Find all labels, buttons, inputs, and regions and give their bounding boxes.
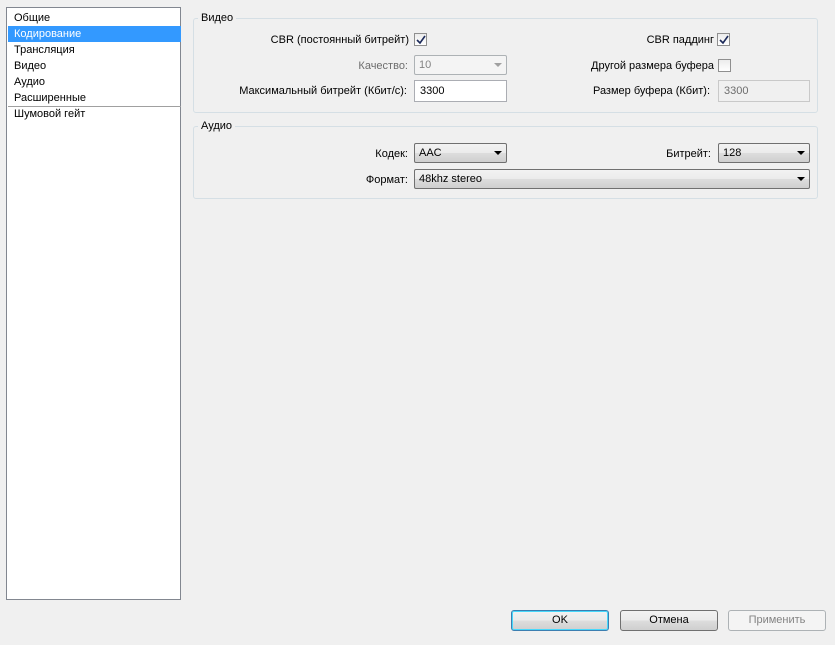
audio-bitrate-value: 128 — [723, 147, 742, 159]
max-bitrate-input[interactable]: 3300 — [414, 80, 507, 102]
cancel-button[interactable]: Отмена — [620, 610, 718, 631]
chevron-down-icon — [797, 177, 805, 181]
cbr-padding-checkbox[interactable] — [717, 33, 730, 46]
codec-value: AAC — [419, 147, 442, 159]
max-bitrate-label: Максимальный битрейт (Кбит/с): — [239, 85, 407, 97]
audio-bitrate-select[interactable]: 128 — [718, 143, 810, 163]
codec-select[interactable]: AAC — [414, 143, 507, 163]
cbr-label: CBR (постоянный битрейт) — [270, 34, 409, 46]
sidebar-item-encoding[interactable]: Кодирование — [8, 26, 181, 42]
custom-buffer-label: Другой размера буфера — [591, 60, 714, 72]
sidebar-item-video[interactable]: Видео — [8, 58, 181, 74]
sidebar-item-advanced[interactable]: Расширенные — [8, 90, 181, 106]
apply-button[interactable]: Применить — [728, 610, 826, 631]
audio-bitrate-label: Битрейт: — [666, 148, 711, 160]
quality-label: Качество: — [358, 60, 408, 72]
format-label: Формат: — [365, 174, 408, 186]
sidebar-item-audio[interactable]: Аудио — [8, 74, 181, 90]
codec-label: Кодек: — [375, 148, 408, 160]
sidebar-item-general[interactable]: Общие — [8, 10, 181, 26]
quality-select[interactable]: 10 — [414, 55, 507, 75]
format-select[interactable]: 48khz stereo — [414, 169, 810, 189]
sidebar-item-broadcast[interactable]: Трансляция — [8, 42, 181, 58]
cbr-checkbox[interactable] — [414, 33, 427, 46]
format-value: 48khz stereo — [419, 173, 482, 185]
checkmark-icon — [719, 35, 729, 45]
buffer-size-input[interactable]: 3300 — [718, 80, 810, 102]
cbr-padding-label: CBR паддинг — [646, 34, 714, 46]
chevron-down-icon — [494, 151, 502, 155]
audio-group-title: Аудио — [198, 120, 236, 133]
custom-buffer-checkbox[interactable] — [718, 59, 731, 72]
sidebar-item-noise-gate[interactable]: Шумовой гейт — [8, 106, 181, 122]
checkmark-icon — [416, 35, 426, 45]
chevron-down-icon — [494, 63, 502, 67]
quality-value: 10 — [419, 59, 432, 71]
ok-button[interactable]: OK — [511, 610, 609, 631]
buffer-size-label: Размер буфера (Кбит): — [592, 85, 710, 97]
chevron-down-icon — [797, 151, 805, 155]
video-group-title: Видео — [198, 12, 237, 25]
settings-category-list[interactable]: Общие Кодирование Трансляция Видео Аудио… — [6, 7, 181, 600]
